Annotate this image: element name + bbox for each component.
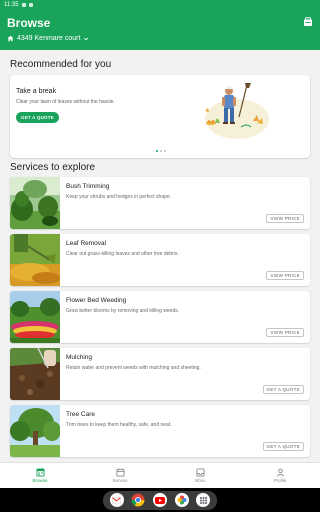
recommended-card[interactable]: Take a break Clear your lawn of leaves w… [10, 75, 310, 158]
person-icon [276, 468, 284, 477]
service-card-leaf-removal[interactable]: Leaf Removal Clear out grass-killing lea… [10, 234, 310, 286]
app-bar: Browse 4349 Kenmare court [0, 10, 320, 50]
address-selector[interactable]: 4349 Kenmare court [7, 35, 89, 42]
nav-label: Profile [273, 478, 287, 483]
nav-label: Inbox [194, 478, 206, 483]
service-card-mulching[interactable]: Mulching Retain water and prevent weeds … [10, 348, 310, 400]
bottom-navigation: Browse Service Inbox Profile [0, 462, 320, 488]
service-description: Trim trees to keep them healthy, safe, a… [66, 422, 172, 428]
leaf-removal-image [10, 234, 60, 286]
service-description: Keep your shrubs and hedges in perfect s… [66, 194, 172, 200]
bush-trimming-image [10, 177, 60, 229]
carousel-indicator[interactable] [156, 150, 166, 152]
browse-icon [35, 468, 45, 477]
notification-icon [21, 3, 26, 7]
status-bar: 11:35 [0, 0, 320, 10]
service-name: Leaf Removal [66, 240, 107, 247]
view-price-button[interactable]: VIEW PRICE [266, 214, 304, 223]
get-quote-button[interactable]: GET A QUOTE [16, 112, 59, 123]
inbox-icon [195, 468, 205, 477]
flower-bed-image [10, 291, 60, 343]
notification-icon [28, 3, 33, 7]
address-label: 4349 Kenmare court [17, 35, 81, 42]
nav-item-service[interactable]: Service [80, 463, 160, 488]
app-dock [103, 490, 217, 510]
service-name: Tree Care [66, 411, 96, 418]
service-description: Clear out grass-killing leaves and other… [66, 251, 179, 257]
section-title-services: Services to explore [10, 162, 96, 173]
nav-label: Service [112, 478, 128, 483]
youtube-icon[interactable] [152, 493, 167, 507]
nav-item-profile[interactable]: Profile [240, 463, 320, 488]
nav-label: Browse [32, 478, 48, 483]
service-name: Flower Bed Weeding [66, 297, 127, 304]
calendar-icon [115, 468, 125, 477]
photos-icon[interactable] [174, 493, 189, 507]
apps-icon[interactable] [196, 493, 211, 507]
page-title: Browse [7, 16, 51, 30]
recommended-heading: Take a break [16, 88, 57, 95]
mulching-image [10, 348, 60, 400]
gmail-icon[interactable] [109, 493, 124, 507]
tree-care-image [10, 405, 60, 457]
nav-item-browse[interactable]: Browse [0, 463, 80, 488]
browse-content[interactable]: Recommended for you Take a break Clear y… [0, 50, 320, 462]
cart-icon[interactable] [303, 17, 313, 27]
carousel-dot[interactable] [160, 150, 162, 152]
view-price-button[interactable]: VIEW PRICE [266, 271, 304, 280]
service-card-tree-care[interactable]: Tree Care Trim trees to keep them health… [10, 405, 310, 457]
service-card-flower-bed-weeding[interactable]: Flower Bed Weeding Grow better blooms by… [10, 291, 310, 343]
service-name: Mulching [66, 354, 93, 361]
home-icon [7, 35, 14, 42]
service-card-bush-trimming[interactable]: Bush Trimming Keep your shrubs and hedge… [10, 177, 310, 229]
recommended-subtitle: Clear your lawn of leaves without the ha… [16, 99, 115, 105]
chrome-icon[interactable] [131, 493, 145, 507]
system-dock-bar [0, 488, 320, 512]
view-price-button[interactable]: VIEW PRICE [266, 328, 304, 337]
carousel-dot[interactable] [164, 150, 166, 152]
chevron-down-icon [84, 37, 89, 41]
carousel-dot[interactable] [156, 150, 158, 152]
get-quote-button[interactable]: GET A QUOTE [262, 442, 304, 451]
nav-item-inbox[interactable]: Inbox [160, 463, 240, 488]
gardener-illustration [205, 83, 269, 139]
status-time: 11:35 [4, 2, 19, 8]
service-description: Grow better blooms by removing and killi… [66, 308, 180, 314]
section-title-recommended: Recommended for you [10, 59, 112, 70]
service-name: Bush Trimming [66, 183, 110, 190]
get-quote-button[interactable]: GET A QUOTE [262, 385, 304, 394]
service-description: Retain water and prevent weeds with mulc… [66, 365, 201, 371]
